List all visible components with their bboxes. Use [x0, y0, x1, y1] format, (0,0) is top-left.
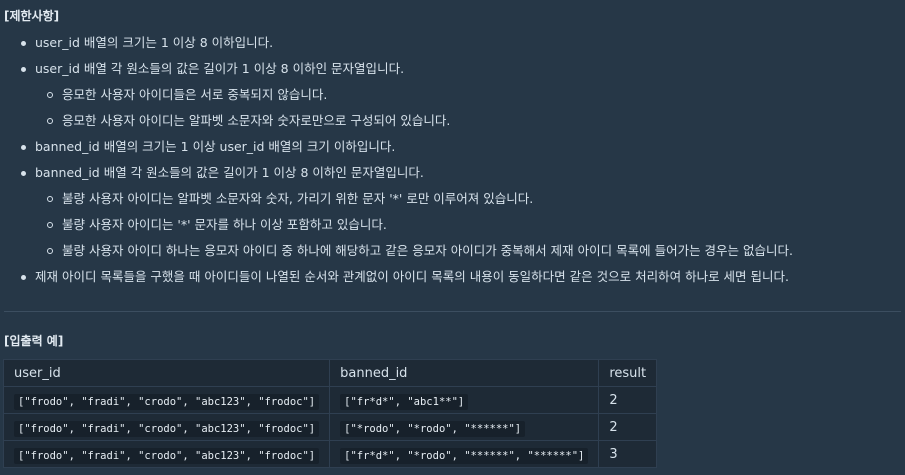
bullet-icon	[21, 171, 26, 176]
list-item: 불량 사용자 아이디 하나는 응모자 아이디 중 하나에 해당하고 같은 응모자…	[0, 238, 905, 264]
bullet-icon	[21, 145, 26, 150]
header-banned-id: banned_id	[329, 359, 600, 387]
header-result: result	[598, 359, 658, 387]
section-divider	[4, 311, 901, 312]
hollow-bullet-icon	[47, 196, 53, 202]
header-user-id: user_id	[2, 359, 331, 387]
hollow-bullet-icon	[47, 118, 53, 124]
user-id-cell: ["frodo", "fradi", "crodo", "abc123", "f…	[2, 386, 331, 414]
list-item: 응모한 사용자 아이디는 알파벳 소문자와 숫자로만으로 구성되어 있습니다.	[0, 108, 905, 134]
examples-table: user_id banned_id result ["frodo", "frad…	[2, 359, 658, 468]
list-item: banned_id 배열 각 원소들의 값은 길이가 1 이상 8 이하인 문자…	[0, 160, 905, 186]
list-item: 응모한 사용자 아이디들은 서로 중복되지 않습니다.	[0, 82, 905, 108]
table-row: ["frodo", "fradi", "crodo", "abc123", "f…	[2, 413, 658, 441]
bullet-icon	[21, 41, 26, 46]
restrictions-title: [제한사항]	[4, 9, 60, 23]
list-item: user_id 배열의 크기는 1 이상 8 이하입니다.	[0, 30, 905, 56]
table-row: ["frodo", "fradi", "crodo", "abc123", "f…	[2, 386, 658, 414]
bullet-icon	[21, 275, 26, 280]
list-item: 불량 사용자 아이디는 알파벳 소문자와 숫자, 가리기 위한 문자 '*' 로…	[0, 186, 905, 212]
banned-id-cell: ["fr*d*", "abc1**"]	[329, 386, 600, 414]
banned-id-cell: ["*rodo", "*rodo", "******"]	[329, 413, 600, 441]
table-header-row: user_id banned_id result	[2, 359, 658, 387]
hollow-bullet-icon	[47, 222, 53, 228]
result-cell: 3	[598, 440, 658, 468]
hollow-bullet-icon	[47, 92, 53, 98]
list-item: 불량 사용자 아이디는 '*' 문자를 하나 이상 포함하고 있습니다.	[0, 212, 905, 238]
user-id-cell: ["frodo", "fradi", "crodo", "abc123", "f…	[2, 413, 331, 441]
list-item: 제재 아이디 목록들을 구했을 때 아이디들이 나열된 순서와 관계없이 아이디…	[0, 264, 905, 290]
examples-title: [입출력 예]	[4, 334, 64, 348]
list-item: banned_id 배열의 크기는 1 이상 user_id 배열의 크기 이하…	[0, 134, 905, 160]
hollow-bullet-icon	[47, 248, 53, 254]
bullet-icon	[21, 67, 26, 72]
table-row: ["frodo", "fradi", "crodo", "abc123", "f…	[2, 440, 658, 468]
user-id-cell: ["frodo", "fradi", "crodo", "abc123", "f…	[2, 440, 331, 468]
banned-id-cell: ["fr*d*", "*rodo", "******", "******"]	[329, 440, 600, 468]
restrictions-list: user_id 배열의 크기는 1 이상 8 이하입니다. user_id 배열…	[0, 30, 905, 290]
list-item: user_id 배열 각 원소들의 값은 길이가 1 이상 8 이하인 문자열입…	[0, 56, 905, 82]
result-cell: 2	[598, 386, 658, 414]
result-cell: 2	[598, 413, 658, 441]
